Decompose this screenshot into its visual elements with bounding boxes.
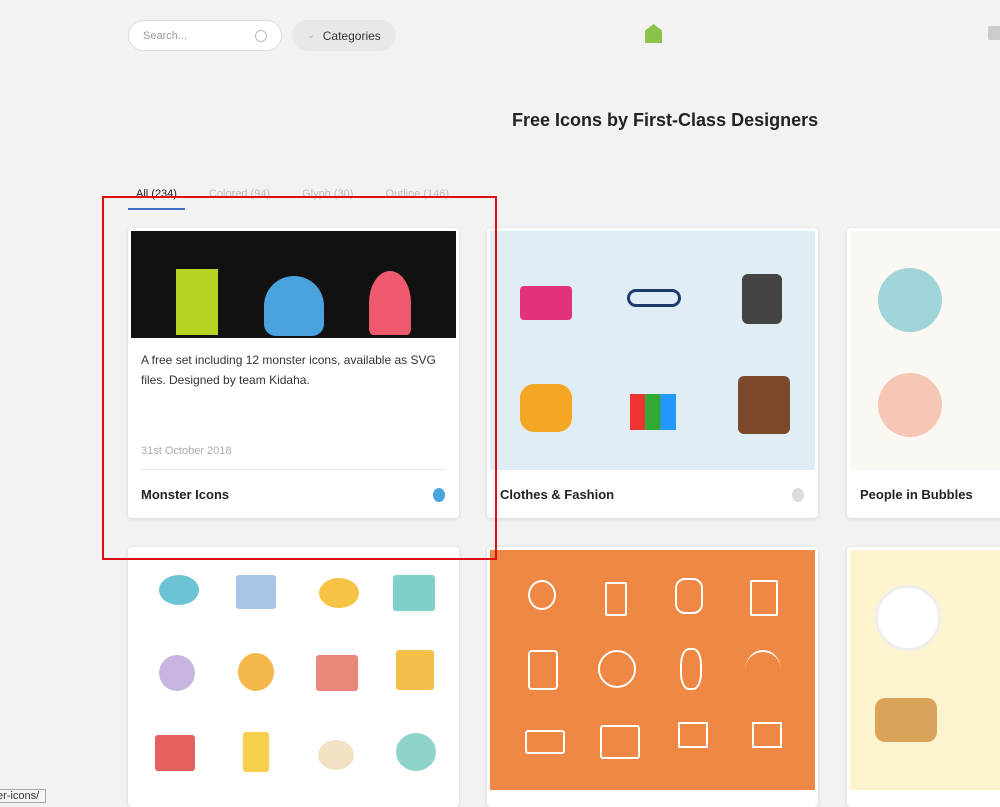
handbag-icon xyxy=(520,286,572,320)
muffin-icon xyxy=(238,653,274,691)
swim-shorts-icon xyxy=(525,730,565,754)
card-thumbnail xyxy=(131,550,456,800)
ties-icon xyxy=(630,394,676,430)
card-title[interactable]: People in Bubbles xyxy=(860,487,973,502)
breakfast-plate-icon xyxy=(875,585,941,651)
store-icon xyxy=(393,575,435,611)
author-avatar-icon[interactable] xyxy=(792,488,804,502)
categories-dropdown[interactable]: ⌄ Categories xyxy=(292,20,396,51)
toast-icon xyxy=(875,698,937,742)
closed-sign-icon xyxy=(316,655,358,691)
card-title[interactable]: Clothes & Fashion xyxy=(500,487,614,502)
card-thumbnail xyxy=(490,550,815,790)
card-thumbnail xyxy=(850,231,1000,470)
grill-icon xyxy=(528,580,556,610)
card-food-illustrations[interactable] xyxy=(847,547,1000,807)
person-icon xyxy=(878,373,942,437)
search-input[interactable]: Search... xyxy=(128,20,282,51)
fries-icon xyxy=(750,580,778,616)
search-icon[interactable] xyxy=(255,29,267,42)
soup-icon xyxy=(319,578,359,608)
highlight-box xyxy=(102,196,497,560)
sunglasses-icon xyxy=(627,289,681,307)
umbrella-icon xyxy=(745,650,781,690)
person-icon xyxy=(878,268,942,332)
coffee-cup-icon xyxy=(318,740,354,770)
food-stall-icon xyxy=(396,650,434,690)
card-thumbnail xyxy=(490,231,815,470)
flip-flops-icon xyxy=(520,384,572,432)
sushi-icon xyxy=(159,655,195,691)
life-vest-icon xyxy=(528,650,558,690)
drink-icon xyxy=(605,582,627,616)
boat-icon xyxy=(680,648,702,690)
search-placeholder: Search... xyxy=(143,29,188,42)
cloche-icon xyxy=(159,575,199,605)
shop-icon xyxy=(236,575,276,609)
card-clothes-fashion[interactable]: Clothes & Fashion xyxy=(487,228,818,518)
card-summer-outline-icons[interactable] xyxy=(487,547,818,807)
logo-icon[interactable] xyxy=(645,24,662,43)
card-thumbnail xyxy=(850,550,1000,790)
status-url-tooltip: er-icons/ xyxy=(0,789,47,803)
facebook-icon[interactable] xyxy=(988,26,1000,40)
flag-icon xyxy=(678,722,708,748)
teapot-icon xyxy=(396,733,436,771)
jacket-icon xyxy=(738,376,790,434)
chevron-down-icon: ⌄ xyxy=(307,30,315,40)
market-icon xyxy=(155,735,195,771)
flip-flops-icon xyxy=(675,578,703,614)
categories-label: Categories xyxy=(322,28,381,43)
page-title: Free Icons by First-Class Designers xyxy=(512,110,819,130)
ticket-icon xyxy=(600,725,640,759)
flag-icon xyxy=(752,722,782,748)
card-people-bubbles[interactable]: People in Bubbles xyxy=(847,228,1000,518)
lifebuoy-icon xyxy=(598,650,636,688)
watch-icon xyxy=(742,274,782,324)
drink-icon xyxy=(243,732,269,772)
card-restaurant-icons[interactable] xyxy=(128,547,459,807)
